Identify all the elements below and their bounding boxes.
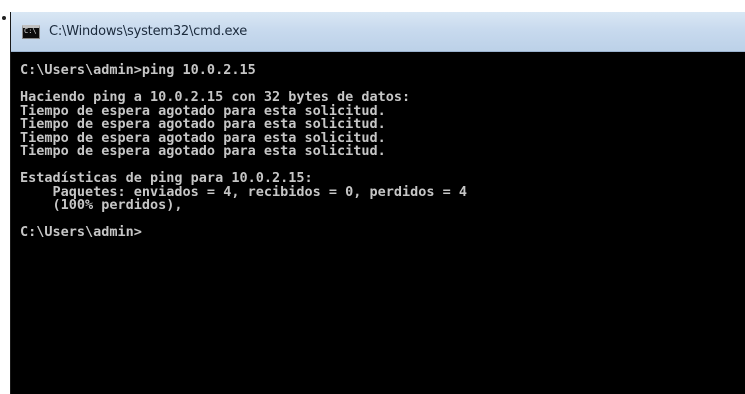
console-line-command: C:\Users\admin>ping 10.0.2.15 [20, 62, 256, 78]
window-titlebar[interactable]: C:\ C:\Windows\system32\cmd.exe [11, 12, 745, 52]
console-line-prompt: C:\Users\admin> [20, 224, 142, 240]
console-line-timeout: Tiempo de espera agotado para esta solic… [20, 143, 386, 159]
cmd-window[interactable]: C:\ C:\Windows\system32\cmd.exe C:\Users… [10, 12, 745, 394]
cmd-icon[interactable]: C:\ [22, 25, 40, 39]
cmd-icon-glyph: C:\ [24, 27, 37, 35]
window-title: C:\Windows\system32\cmd.exe [49, 24, 248, 39]
console-output[interactable]: C:\Users\admin>ping 10.0.2.15 Haciendo p… [11, 52, 745, 394]
console-line-loss: (100% perdidos), [20, 197, 183, 213]
page: C:\ C:\Windows\system32\cmd.exe C:\Users… [0, 0, 745, 394]
list-bullet [2, 16, 6, 20]
